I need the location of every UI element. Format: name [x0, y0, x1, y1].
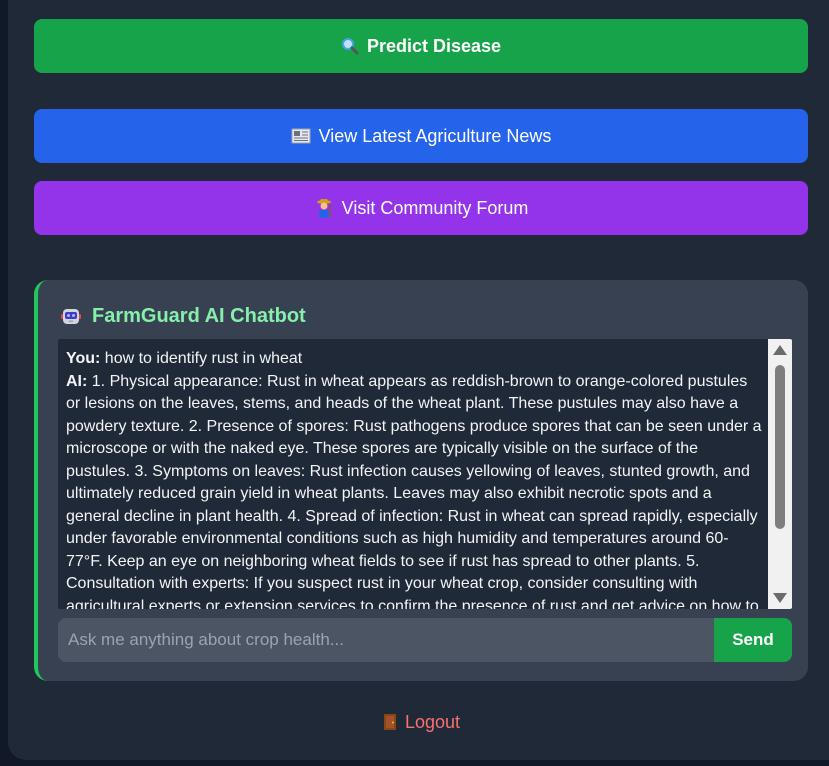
view-news-label: View Latest Agriculture News	[318, 125, 552, 146]
community-forum-label: Visit Community Forum	[341, 197, 529, 218]
chat-log[interactable]: You: how to identify rust in wheat AI: 1…	[58, 339, 792, 609]
scrollbar-thumb[interactable]	[775, 365, 785, 529]
view-news-button[interactable]: View Latest Agriculture News	[34, 109, 808, 163]
farmer-icon	[314, 198, 334, 218]
send-button[interactable]: Send	[714, 618, 792, 662]
chat-scrollbar[interactable]	[768, 339, 792, 609]
logout-link[interactable]: Logout	[0, 709, 829, 735]
magnifier-icon	[341, 37, 359, 55]
scroll-up-arrow-icon[interactable]	[773, 345, 787, 355]
chatbot-card: FarmGuard AI Chatbot You: how to identif…	[34, 280, 808, 681]
ai-message-text: 1. Physical appearance: Rust in wheat ap…	[66, 372, 762, 610]
chat-message-ai: AI: 1. Physical appearance: Rust in whea…	[66, 371, 762, 610]
predict-disease-label: Predict Disease	[366, 35, 502, 56]
predict-disease-button[interactable]: Predict Disease	[34, 19, 808, 73]
door-icon	[383, 713, 397, 731]
user-message-text: how to identify rust in wheat	[100, 350, 303, 367]
chat-message-user: You: how to identify rust in wheat	[66, 348, 762, 371]
community-forum-button[interactable]: Visit Community Forum	[34, 181, 808, 235]
chatbot-header: FarmGuard AI Chatbot	[60, 302, 306, 330]
ai-speaker-label: AI:	[66, 372, 88, 390]
chat-messages: You: how to identify rust in wheat AI: 1…	[66, 348, 762, 609]
chatbot-title: FarmGuard AI Chatbot	[92, 304, 306, 327]
scroll-down-arrow-icon[interactable]	[773, 593, 787, 603]
newspaper-icon	[291, 128, 311, 144]
user-speaker-label: You:	[66, 350, 101, 367]
logout-label: Logout	[404, 711, 461, 732]
chat-input[interactable]	[58, 618, 714, 662]
robot-icon	[60, 305, 82, 327]
